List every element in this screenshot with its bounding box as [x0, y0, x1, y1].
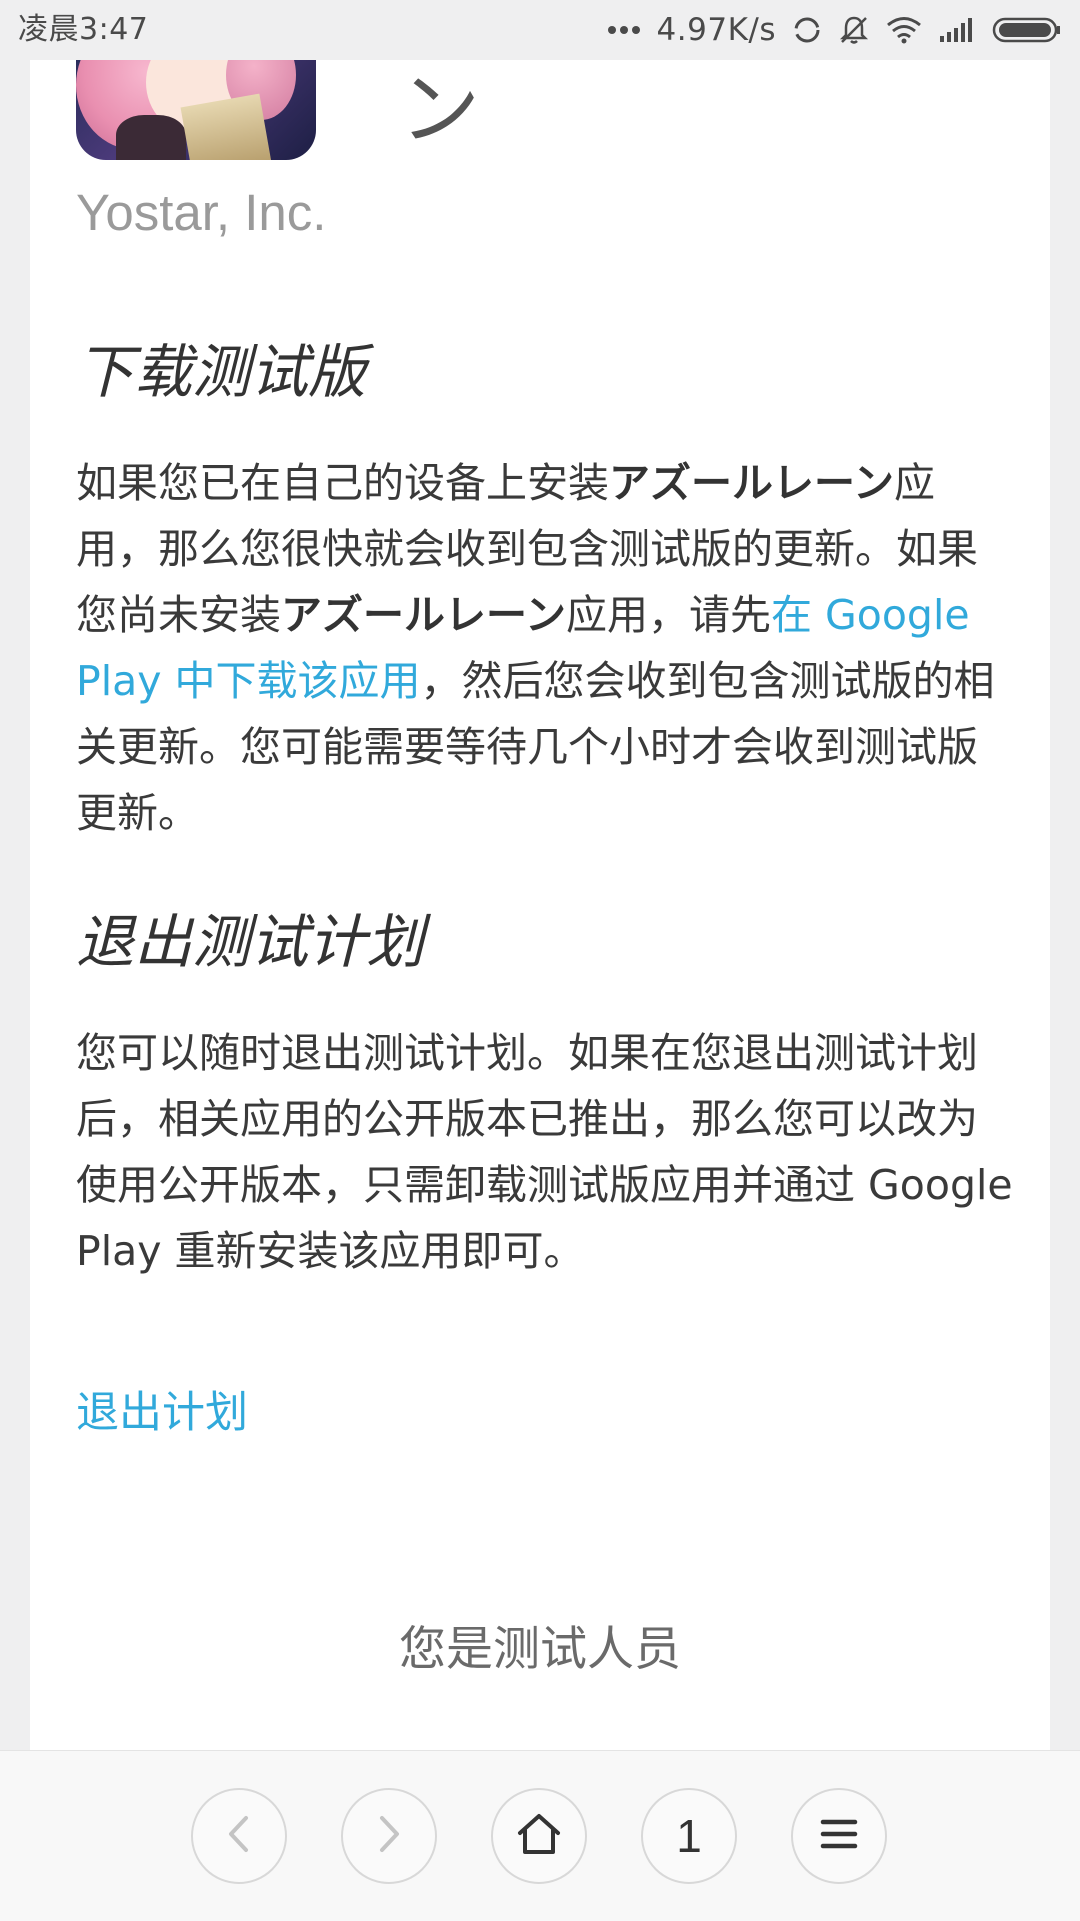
home-button[interactable] — [491, 1788, 587, 1884]
home-icon — [516, 1812, 562, 1860]
app-icon — [76, 60, 316, 160]
tester-status-label: 您是测试人员 — [399, 1622, 681, 1677]
wifi-icon — [886, 16, 922, 44]
exit-section-text: 您可以随时退出测试计划。如果在您退出测试计划后，相关应用的公开版本已推出，那么您… — [76, 1029, 1013, 1275]
tester-page-card: ン Yostar, Inc. 下载测试版 如果您已在自己的设备上安装アズールレー… — [30, 60, 1050, 1750]
browser-bottom-toolbar: 1 — [0, 1750, 1080, 1921]
status-time: 凌晨3:47 — [18, 12, 149, 47]
leave-program-link[interactable]: 退出计划 — [76, 1380, 248, 1446]
developer-name: Yostar, Inc. — [76, 184, 327, 241]
signal-icon — [938, 16, 976, 44]
forward-icon — [372, 1814, 406, 1858]
status-bar: 凌晨3:47 4.97K/s — [0, 0, 1080, 60]
download-section-title: 下载测试版 — [76, 338, 367, 406]
sync-icon — [792, 15, 822, 45]
more-dots-icon — [607, 25, 641, 35]
app-name: アズールレーン — [281, 591, 566, 639]
tab-count: 1 — [676, 1810, 702, 1862]
app-name: アズールレーン — [609, 459, 894, 507]
exit-section-title: 退出测试计划 — [76, 908, 425, 976]
network-speed: 4.97K/s — [656, 12, 776, 48]
app-title: ン — [400, 63, 480, 156]
bell-off-icon — [838, 14, 870, 46]
download-section-text: 如果您已在自己的设备上安装アズールレーン应用，那么您很快就会收到包含测试版的更新… — [76, 459, 995, 837]
back-button[interactable] — [191, 1788, 287, 1884]
tabs-button[interactable]: 1 — [641, 1788, 737, 1884]
menu-button[interactable] — [791, 1788, 887, 1884]
menu-icon — [819, 1817, 859, 1855]
battery-icon — [992, 16, 1062, 44]
status-icons: 4.97K/s — [607, 8, 1062, 52]
back-icon — [222, 1814, 256, 1858]
forward-button[interactable] — [341, 1788, 437, 1884]
